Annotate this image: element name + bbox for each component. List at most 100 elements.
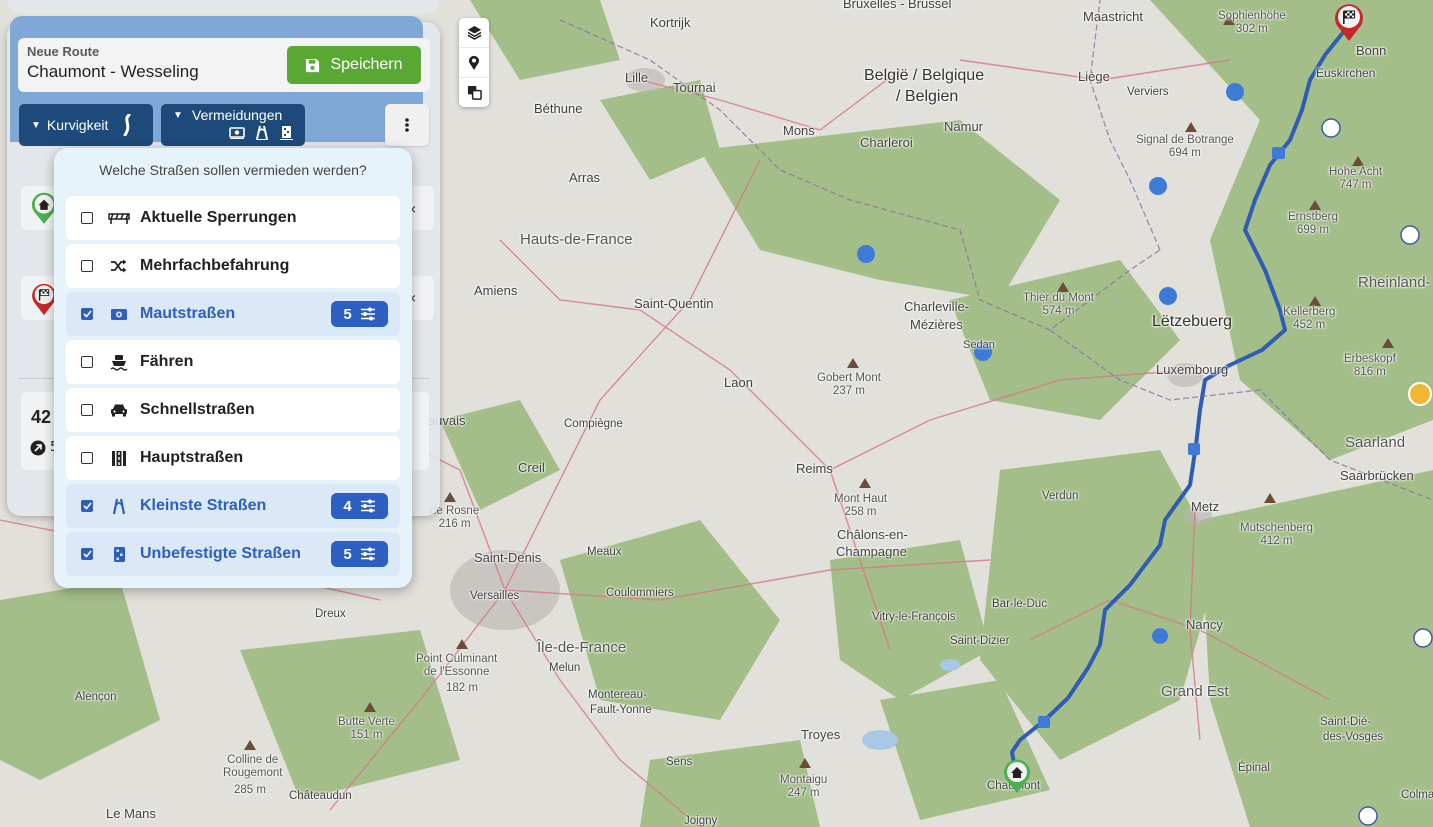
city-label: Laon xyxy=(724,375,753,390)
ferry-icon xyxy=(106,353,132,371)
city-label: Le Mans xyxy=(106,806,156,821)
city-label: Compiègne xyxy=(564,418,623,430)
city-label: des-Vosges xyxy=(1323,731,1384,743)
location-pin-icon xyxy=(469,55,479,70)
city-label: Melun xyxy=(549,662,581,674)
copy-overlay-icon xyxy=(467,85,482,100)
avoidances-label: Vermeidungen xyxy=(192,107,283,123)
checkbox[interactable] xyxy=(81,212,93,224)
peak-label: Thier du Mont 574 m xyxy=(1023,292,1094,317)
city-label: Montereau- xyxy=(588,689,647,701)
avoid-option-unpaved-roads[interactable]: Unbefestigte Straßen 5 xyxy=(66,532,400,576)
region-label: Hauts-de-France xyxy=(520,231,633,248)
checkbox[interactable] xyxy=(81,452,93,464)
avoid-option-main-roads[interactable]: Hauptstraßen xyxy=(66,436,400,480)
checkbox-checked[interactable] xyxy=(81,548,93,560)
city-label: Tournai xyxy=(673,80,716,95)
save-button-label: Speichern xyxy=(330,56,403,73)
unpaved-road-icon xyxy=(106,545,132,563)
route-distance: 42 xyxy=(31,407,52,427)
city-label: Maastricht xyxy=(1083,9,1143,24)
peak-label: Butte Verte 151 m xyxy=(338,716,395,741)
peak-label: Gobert Mont 237 m xyxy=(817,372,881,397)
peak-label: Montaigu 247 m xyxy=(780,774,828,799)
peak-label: 182 m xyxy=(446,682,478,694)
city-label: Alençon xyxy=(75,691,117,703)
vertical-dots-icon xyxy=(405,118,409,132)
toll-money-icon xyxy=(106,305,132,323)
city-label: Bar-le-Duc xyxy=(992,598,1047,610)
caret-down-icon: ▼ xyxy=(173,110,183,121)
main-road-icon xyxy=(106,449,132,467)
peak-label: Point Culminant de l'Essonne xyxy=(416,653,498,678)
sliders-icon xyxy=(360,547,375,561)
shuffle-icon xyxy=(106,257,132,275)
peak-label: Hohe Acht 747 m xyxy=(1329,166,1383,191)
avoid-settings-badge[interactable]: 5 xyxy=(331,541,388,567)
layers-icon xyxy=(467,25,481,40)
peak-label: Kellerberg 452 m xyxy=(1283,306,1336,331)
city-label: Bruxelles - Brussel xyxy=(843,0,952,11)
city-label: Dreux xyxy=(315,608,346,620)
avoid-option-ferries[interactable]: Fähren xyxy=(66,340,400,384)
avoid-option-closures[interactable]: Aktuelle Sperrungen xyxy=(66,196,400,240)
peak-label: Signal de Botrange 694 m xyxy=(1136,134,1234,159)
destination-marker[interactable] xyxy=(1333,2,1365,46)
start-marker[interactable] xyxy=(1002,758,1032,798)
sliders-icon xyxy=(360,307,375,321)
avoid-option-repeated[interactable]: Mehrfachbefahrung xyxy=(66,244,400,288)
city-label: Mons xyxy=(783,123,815,138)
caret-down-icon: ▼ xyxy=(31,119,41,131)
roadblock-icon xyxy=(106,209,132,227)
city-label: Arras xyxy=(569,170,601,185)
avoidances-dropdown[interactable]: ▼ Vermeidungen xyxy=(161,104,305,146)
peak-label: Ernstberg 699 m xyxy=(1288,211,1338,236)
region-label: Saarland xyxy=(1345,434,1406,451)
more-options-button[interactable] xyxy=(385,104,429,146)
city-label: Lille xyxy=(625,70,649,85)
checkbox[interactable] xyxy=(81,404,93,416)
peak-label: 285 m xyxy=(234,784,266,796)
floppy-disk-icon xyxy=(306,58,320,72)
city-label: Kortrijk xyxy=(650,15,691,30)
avoid-option-expressways[interactable]: Schnellstraßen xyxy=(66,388,400,432)
city-label: Sens xyxy=(666,756,693,768)
city-label: Châteaudun xyxy=(289,790,352,802)
city-label: Luxembourg xyxy=(1156,362,1229,377)
city-label: Creil xyxy=(518,460,545,475)
overlay-button[interactable] xyxy=(459,77,489,107)
city-label: Charleroi xyxy=(860,135,913,150)
checkbox[interactable] xyxy=(81,260,93,272)
avoid-option-smallest-roads[interactable]: Kleinste Straßen 4 xyxy=(66,484,400,528)
avoid-option-toll[interactable]: Mautstraßen 5 xyxy=(66,292,400,336)
city-label: Namur xyxy=(944,119,984,134)
city-label: Épinal xyxy=(1238,762,1270,774)
avoid-settings-badge[interactable]: 5 xyxy=(331,301,388,327)
city-label: Verviers xyxy=(1127,86,1169,98)
route-name[interactable]: Chaumont - Wesseling xyxy=(27,62,199,82)
checkbox-checked[interactable] xyxy=(81,308,93,320)
city-label: Saint-Denis xyxy=(474,550,542,565)
city-label: Champagne xyxy=(836,544,907,559)
city-label: Coulommiers xyxy=(606,587,674,599)
city-label: Sedan xyxy=(963,339,995,351)
previous-panel-edge xyxy=(7,0,440,14)
city-label: Châlons-en- xyxy=(837,527,908,542)
curviness-dropdown[interactable]: ▼ Kurvigkeit xyxy=(19,104,153,146)
city-label: Versailles xyxy=(470,590,520,602)
checkbox-checked[interactable] xyxy=(81,500,93,512)
save-button[interactable]: Speichern xyxy=(287,46,421,84)
city-label: Euskirchen xyxy=(1316,66,1376,80)
layers-button[interactable] xyxy=(459,18,489,47)
popup-title: Welche Straßen sollen vermieden werden? xyxy=(99,162,367,178)
city-label: Vitry-le-François xyxy=(872,611,956,623)
city-label: Joigny xyxy=(684,815,718,827)
checkbox[interactable] xyxy=(81,356,93,368)
location-button[interactable] xyxy=(459,47,489,77)
avoid-settings-badge[interactable]: 4 xyxy=(331,493,388,519)
toll-money-icon xyxy=(229,126,245,142)
small-road-icon xyxy=(255,125,269,143)
avoidances-popup: Welche Straßen sollen vermieden werden? … xyxy=(54,148,412,588)
unpaved-road-icon xyxy=(280,125,293,143)
city-label: Verdun xyxy=(1042,490,1079,502)
